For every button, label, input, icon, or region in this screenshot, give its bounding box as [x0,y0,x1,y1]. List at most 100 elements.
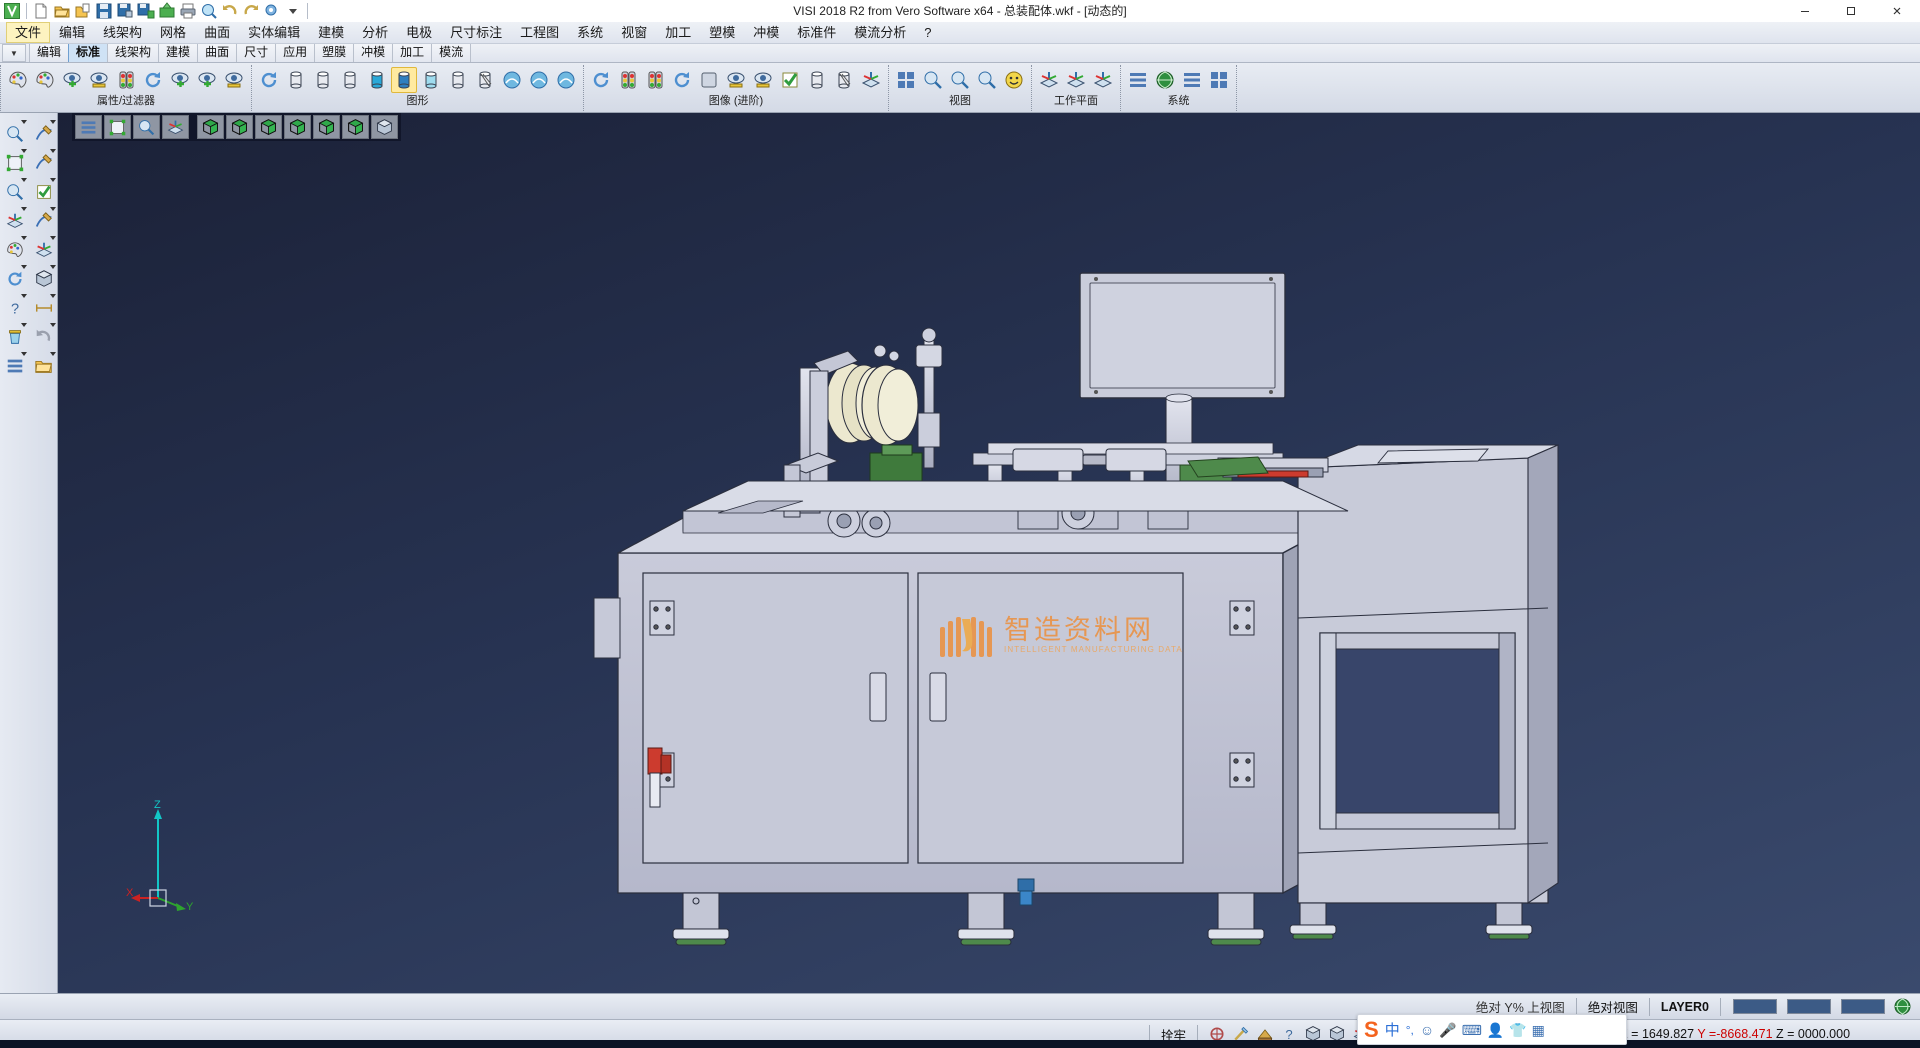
dynamic-rotate-icon[interactable] [588,67,614,93]
hide-entity-icon[interactable] [86,67,112,93]
layer-color-icon[interactable] [0,235,29,264]
zoom-all-icon[interactable] [947,67,973,93]
ime-punct-label[interactable]: °, [1406,1023,1414,1037]
menu-item-12[interactable]: 视窗 [612,22,656,43]
flyout-arrow-icon[interactable] [21,352,27,356]
flyout-arrow-icon[interactable] [50,294,56,298]
refresh-icon[interactable] [0,264,29,293]
traffic-light-3-icon[interactable] [642,67,668,93]
help-icon[interactable]: ? [0,293,29,322]
filter-attributes-icon[interactable] [32,67,58,93]
solid-transparent-icon[interactable] [804,67,830,93]
color-swatch-3[interactable] [1841,999,1885,1014]
minimize-button[interactable] [1782,0,1828,22]
draw-arc-icon[interactable] [29,148,58,177]
keyboard-icon[interactable]: ⌨ [1462,1022,1482,1038]
menu-item-18[interactable]: ? [915,22,940,43]
traffic-light-2-icon[interactable] [615,67,641,93]
tab-overflow-button[interactable]: ▼ [2,44,26,62]
microphone-icon[interactable]: 🎤 [1439,1022,1456,1038]
grid-plane-icon[interactable] [29,235,58,264]
menu-item-5[interactable]: 实体编辑 [239,22,309,43]
flyout-arrow-icon[interactable] [21,294,27,298]
pan-icon[interactable] [974,67,1000,93]
dynamic-render-icon[interactable] [526,67,552,93]
cad-viewport[interactable]: 智造资料网 INTELLIGENT MANUFACTURING DATA Z X… [58,113,1920,993]
unblank-entity-icon[interactable] [750,67,776,93]
menu-item-15[interactable]: 冲模 [744,22,788,43]
shirt-icon[interactable]: 👕 [1509,1022,1526,1038]
tab-6[interactable]: 应用 [275,43,315,62]
apps-icon[interactable]: ▦ [1532,1022,1545,1038]
delete-icon[interactable] [0,322,29,351]
color-swatch-2[interactable] [1787,999,1831,1014]
menu-item-3[interactable]: 网格 [151,22,195,43]
tab-3[interactable]: 建模 [158,43,198,62]
new-file-icon[interactable] [31,1,51,21]
flyout-arrow-icon[interactable] [21,120,27,124]
toggle-visibility-icon[interactable] [167,67,193,93]
section-view-icon[interactable] [831,67,857,93]
ime-mode-label[interactable]: 中 [1385,1019,1400,1040]
redo-icon[interactable] [241,1,261,21]
export-icon[interactable] [157,1,177,21]
emoji-icon[interactable]: ☺ [1420,1022,1434,1038]
menu-item-2[interactable]: 线架构 [94,22,151,43]
analysis-zoom-icon[interactable] [0,119,29,148]
user-icon[interactable]: 👤 [1487,1022,1504,1038]
menu-item-11[interactable]: 系统 [568,22,612,43]
menu-item-0[interactable]: 文件 [6,22,50,43]
shaded-edges-icon[interactable] [391,67,417,93]
flyout-arrow-icon[interactable] [21,149,27,153]
workplane-axes-icon[interactable] [0,206,29,235]
tab-7[interactable]: 塑膜 [314,43,354,62]
globe-icon[interactable] [1890,996,1914,1018]
window-tile-icon[interactable] [1206,67,1232,93]
workplane-align-icon[interactable] [1063,67,1089,93]
undo-icon[interactable] [220,1,240,21]
save-all-icon[interactable] [136,1,156,21]
layer-manager-icon[interactable] [1125,67,1151,93]
maximize-button[interactable] [1828,0,1874,22]
sogou-logo-icon[interactable]: S [1364,1019,1379,1041]
flyout-arrow-icon[interactable] [21,207,27,211]
flyout-arrow-icon[interactable] [50,352,56,356]
render-icon[interactable] [499,67,525,93]
tab-8[interactable]: 冲模 [353,43,393,62]
transparent-icon[interactable] [418,67,444,93]
blank-entity-icon[interactable] [723,67,749,93]
feature-tree-icon[interactable] [0,351,29,380]
options-icon[interactable] [262,1,282,21]
open-file-icon[interactable] [52,1,72,21]
view-smiley-icon[interactable] [1001,67,1027,93]
undo-arrow-icon[interactable] [29,322,58,351]
menu-item-7[interactable]: 分析 [353,22,397,43]
tab-0[interactable]: 编辑 [29,43,69,62]
color-swatch-1[interactable] [1733,999,1777,1014]
menu-item-6[interactable]: 建模 [309,22,353,43]
flyout-arrow-icon[interactable] [50,323,56,327]
menu-item-10[interactable]: 工程图 [511,22,568,43]
menu-item-8[interactable]: 电极 [397,22,441,43]
show-all-icon[interactable] [194,67,220,93]
toggle-image-icon[interactable] [696,67,722,93]
close-button[interactable] [1874,0,1920,22]
show-entity-icon[interactable] [59,67,85,93]
section-icon[interactable] [472,67,498,93]
menu-item-9[interactable]: 尺寸标注 [441,22,511,43]
edit-curve-icon[interactable] [29,206,58,235]
flyout-arrow-icon[interactable] [50,120,56,124]
menu-item-1[interactable]: 编辑 [50,22,94,43]
workplane-origin-icon[interactable] [1090,67,1116,93]
open-folder-icon[interactable] [29,351,58,380]
menu-item-13[interactable]: 加工 [656,22,700,43]
tab-9[interactable]: 加工 [392,43,432,62]
flyout-arrow-icon[interactable] [21,265,27,269]
refresh-view-icon[interactable] [140,67,166,93]
flyout-arrow-icon[interactable] [21,236,27,240]
flyout-arrow-icon[interactable] [21,323,27,327]
draw-line-icon[interactable] [29,119,58,148]
flyout-arrow-icon[interactable] [50,265,56,269]
tab-10[interactable]: 模流 [431,43,471,62]
tab-2[interactable]: 线架构 [107,43,159,62]
